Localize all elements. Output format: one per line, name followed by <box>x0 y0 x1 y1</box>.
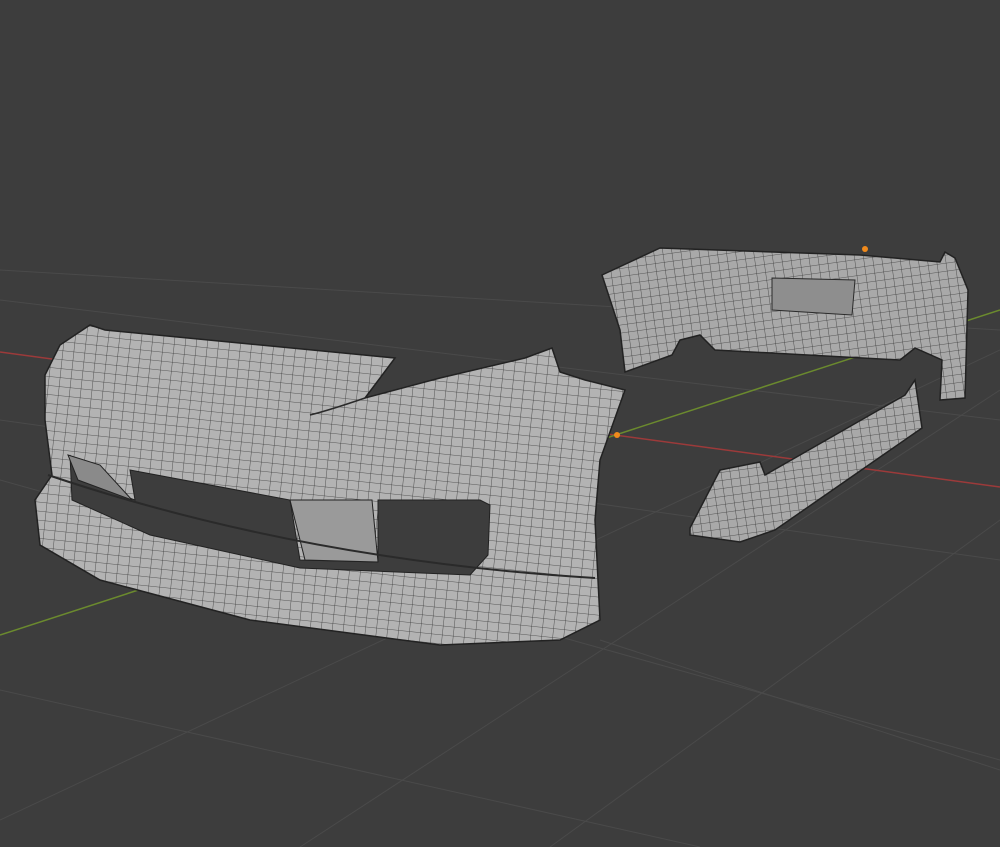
side-skirt[interactable] <box>689 377 923 543</box>
origin-dot-front <box>614 432 620 438</box>
origin-dot-rear <box>862 246 868 252</box>
3d-viewport[interactable] <box>0 0 1000 847</box>
front-bumper[interactable] <box>34 324 626 646</box>
viewport-canvas[interactable] <box>0 0 1000 847</box>
rear-bumper[interactable] <box>601 247 969 401</box>
